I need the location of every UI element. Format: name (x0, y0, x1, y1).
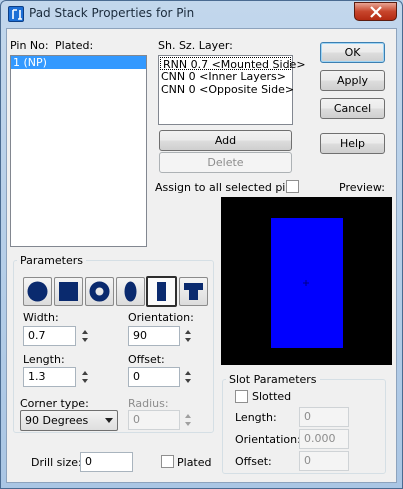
slot-orientation-label: Orientation: (235, 433, 301, 446)
pin-list-item[interactable]: 1 (NP) (11, 56, 146, 69)
layer-list-item[interactable]: CNN 0 <Inner Layers> (159, 70, 292, 83)
window-title: Pad Stack Properties for Pin (29, 6, 195, 20)
annular-shape-icon (89, 281, 110, 302)
delete-button[interactable]: Delete (159, 152, 292, 173)
plated-label: Plated (177, 456, 212, 469)
preview-label: Preview: (339, 181, 385, 194)
plated-header: Plated: (55, 39, 94, 52)
slot-parameters-title: Slot Parameters (226, 373, 320, 386)
app-icon (8, 6, 24, 22)
ok-button[interactable]: OK (320, 42, 385, 63)
slot-offset-input[interactable]: 0 (299, 451, 349, 471)
rectangle-shape-icon (157, 282, 166, 301)
corner-type-label: Corner type: (20, 397, 89, 410)
square-shape-icon (59, 282, 78, 301)
pad-preview (221, 197, 392, 365)
preview-canvas (271, 218, 343, 348)
parameters-title: Parameters (17, 254, 86, 267)
oval-shape-icon (124, 281, 137, 302)
length-input[interactable]: 1.3 (23, 367, 76, 387)
pad-stack-dialog: Pad Stack Properties for Pin Pin No: Pla… (0, 0, 403, 489)
width-input[interactable]: 0.7 (23, 326, 76, 346)
spinner-arrows-icon (185, 371, 191, 383)
cancel-button[interactable]: Cancel (320, 98, 385, 119)
spinner-arrows-icon (185, 330, 191, 342)
apply-button[interactable]: Apply (320, 70, 385, 91)
round-shape-button[interactable] (23, 277, 52, 306)
orientation-label: Orientation: (128, 311, 194, 324)
assign-all-label: Assign to all selected pins (155, 181, 299, 194)
spinner-arrows-icon (185, 414, 191, 426)
orientation-input[interactable]: 90 (128, 326, 180, 346)
offset-label: Offset: (128, 353, 165, 366)
custom-shape-button[interactable] (179, 277, 208, 306)
spinner-arrows-icon (82, 330, 88, 342)
offset-input[interactable]: 0 (128, 367, 180, 387)
title-bar[interactable]: Pad Stack Properties for Pin (1, 1, 402, 27)
radius-spinner[interactable] (183, 410, 193, 430)
close-button[interactable] (354, 2, 397, 21)
offset-spinner[interactable] (183, 367, 193, 387)
square-shape-button[interactable] (54, 277, 83, 306)
length-spinner[interactable] (80, 367, 90, 387)
drill-size-input[interactable]: 0 (80, 452, 133, 472)
add-button[interactable]: Add (159, 130, 292, 151)
layer-list[interactable]: RNN 0.7 <Mounted Side> CNN 0 <Inner Laye… (158, 55, 306, 125)
corner-type-value: 90 Degrees (25, 414, 89, 427)
rectangle-shape-button[interactable] (146, 276, 177, 307)
assign-all-checkbox[interactable] (286, 180, 299, 193)
orientation-spinner[interactable] (183, 326, 193, 346)
slotted-label: Slotted (252, 390, 292, 403)
width-label: Width: (23, 311, 59, 324)
layer-header: Sh. Sz. Layer: (158, 39, 233, 52)
pin-list[interactable]: 1 (NP) (10, 55, 147, 247)
help-button[interactable]: Help (320, 133, 385, 154)
radius-input[interactable]: 0 (128, 410, 180, 430)
oval-shape-button[interactable] (116, 277, 145, 306)
corner-type-select[interactable]: 90 Degrees (20, 410, 118, 431)
chevron-down-icon (105, 418, 113, 423)
slot-length-label: Length: (235, 411, 277, 424)
length-label: Length: (23, 353, 65, 366)
pin-no-header: Pin No: (10, 39, 49, 52)
spinner-arrows-icon (82, 371, 88, 383)
layer-list-item[interactable]: CNN 0 <Opposite Side> (159, 83, 294, 96)
layer-list-item[interactable]: RNN 0.7 <Mounted Side> (160, 57, 306, 71)
plated-checkbox[interactable] (161, 455, 174, 468)
annular-shape-button[interactable] (85, 277, 114, 306)
close-icon (370, 6, 382, 18)
radius-label: Radius: (128, 397, 169, 410)
slotted-checkbox[interactable] (235, 390, 248, 403)
round-shape-icon (27, 281, 48, 302)
slot-offset-label: Offset: (235, 455, 272, 468)
custom-shape-icon (184, 283, 203, 300)
slot-length-input[interactable]: 0 (299, 407, 349, 427)
slot-orientation-input[interactable]: 0.000 (299, 429, 349, 449)
drill-size-label: Drill size: (31, 456, 82, 469)
width-spinner[interactable] (80, 326, 90, 346)
dialog-client-area: Pin No: Plated: 1 (NP) Sh. Sz. Layer: RN… (6, 28, 397, 483)
